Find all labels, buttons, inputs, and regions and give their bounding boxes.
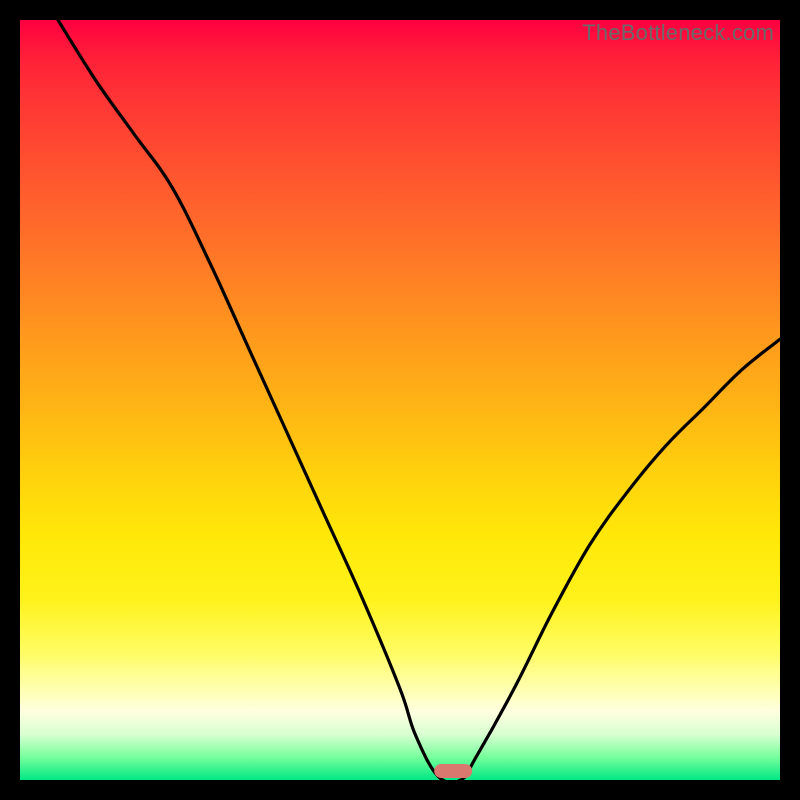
optimal-marker — [20, 20, 780, 780]
chart-frame: TheBottleneck.com — [0, 0, 800, 800]
chart-plot-area: TheBottleneck.com — [20, 20, 780, 780]
